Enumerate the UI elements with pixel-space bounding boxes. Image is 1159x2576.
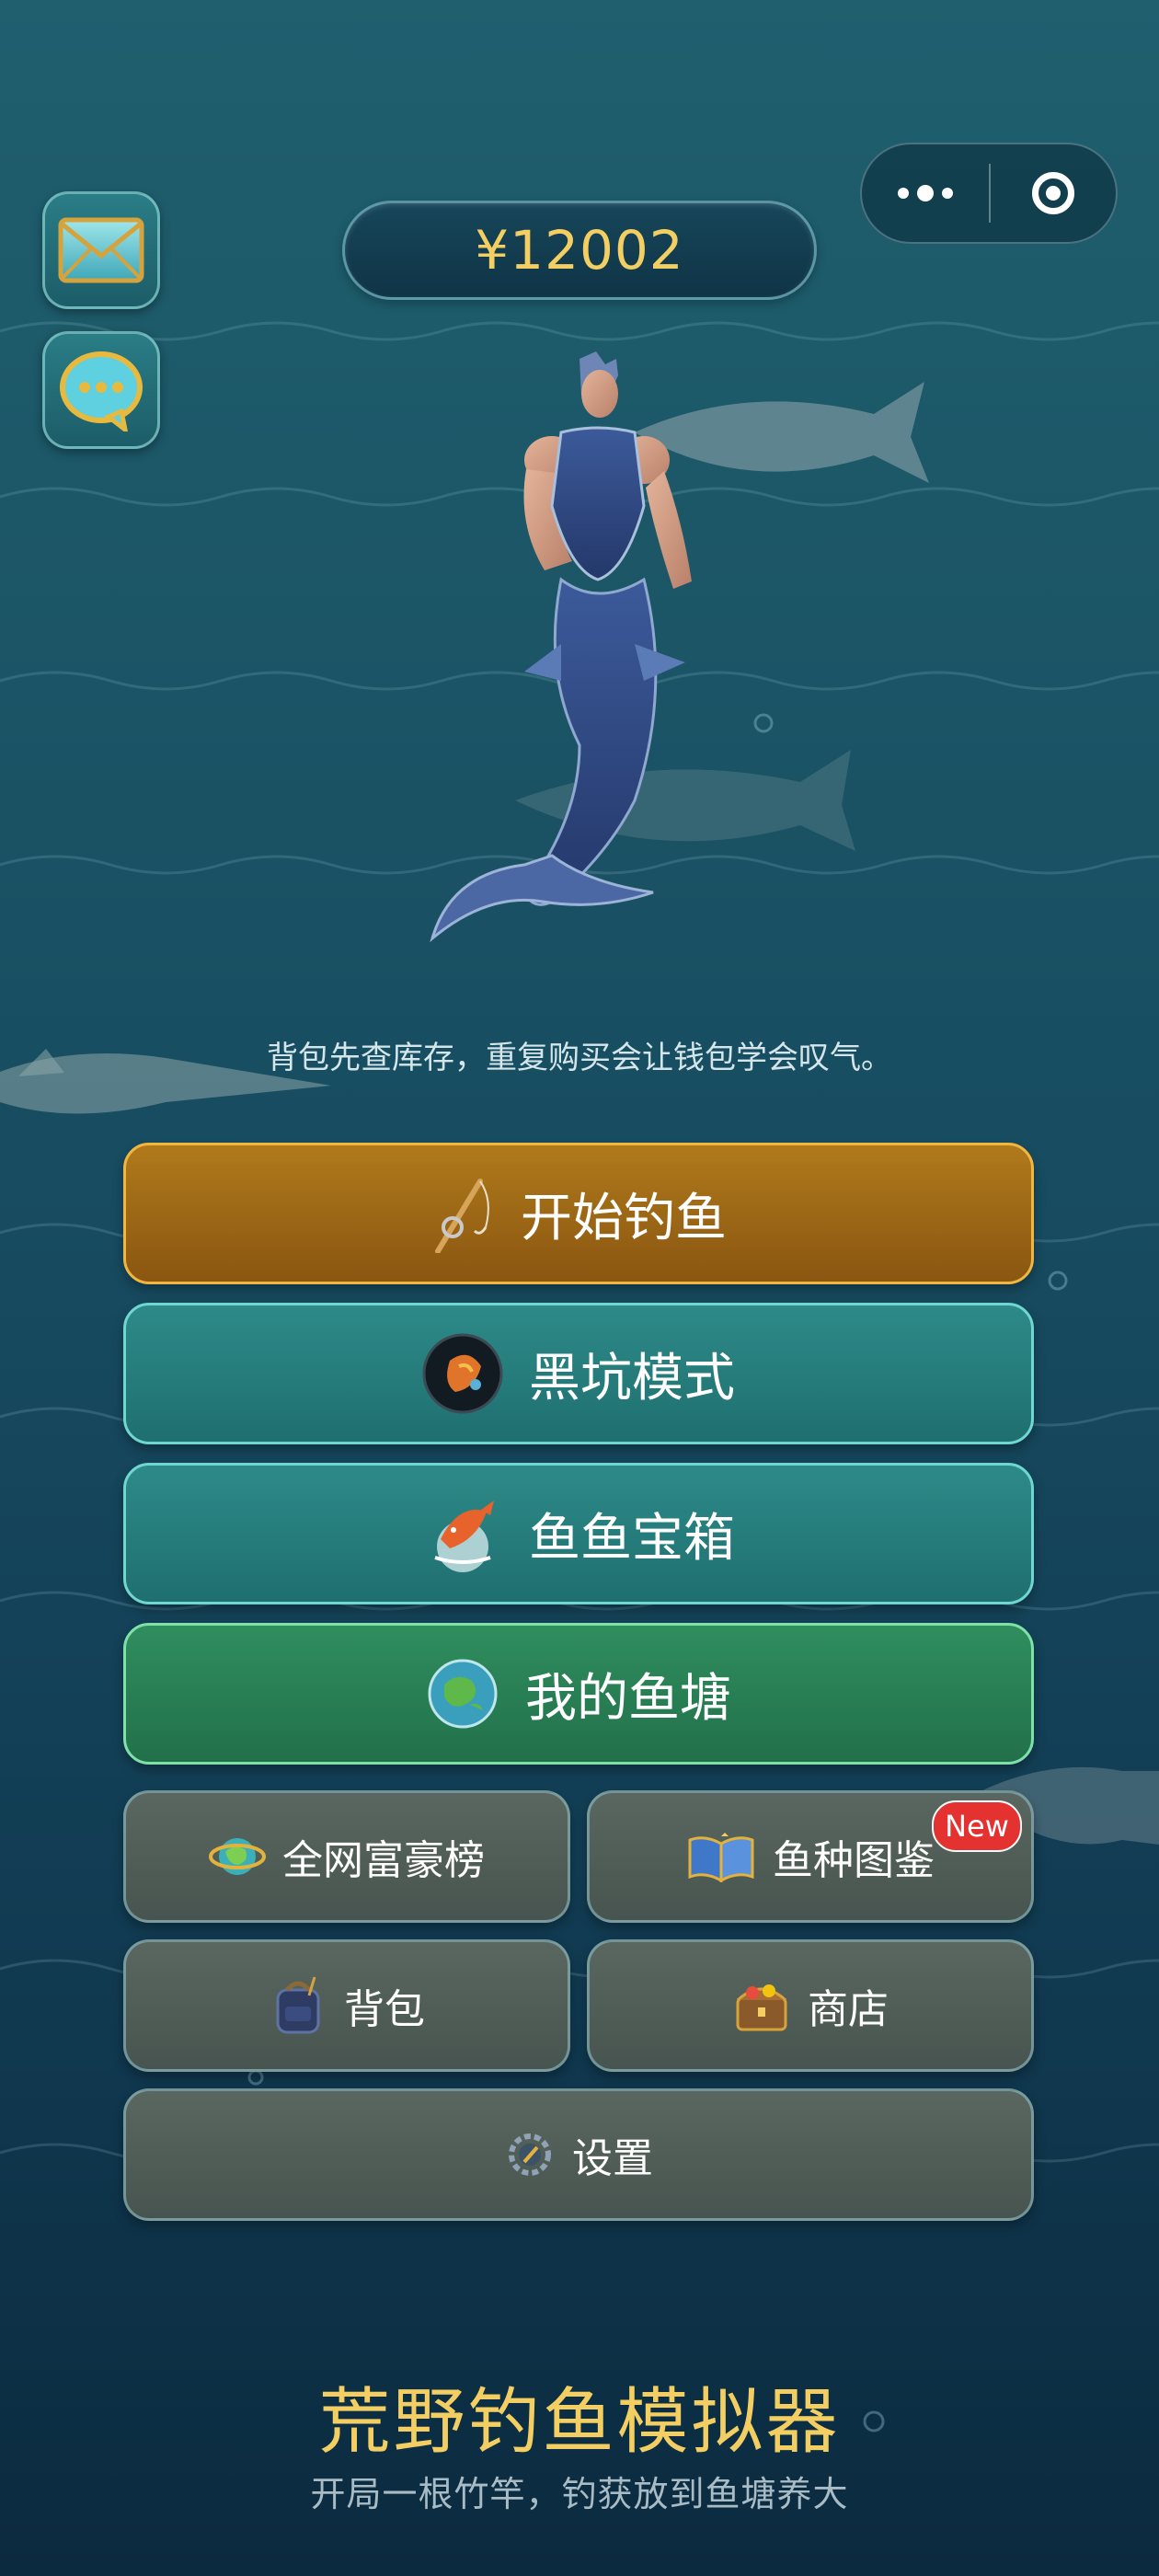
black-pit-mode-button[interactable]: 黑坑模式 [123, 1303, 1034, 1444]
pond-globe-icon [428, 1659, 498, 1729]
fish-chest-label: 鱼鱼宝箱 [529, 1508, 735, 1569]
shop-label: 商店 [808, 1986, 889, 2033]
settings-button[interactable]: 设置 [123, 2088, 1034, 2221]
start-fishing-button[interactable]: 开始钓鱼 [123, 1143, 1034, 1284]
fishing-rod-icon [435, 1179, 489, 1253]
gear-compass-icon [509, 2133, 551, 2176]
more-dots-icon [898, 188, 909, 199]
mermaid-warrior-illustration [430, 351, 692, 943]
fish-catalog-button[interactable]: 鱼种图鉴 New [587, 1790, 1034, 1923]
fish-chest-button[interactable]: 鱼鱼宝箱 [123, 1463, 1034, 1604]
globe-ranking-icon [209, 1838, 266, 1875]
rich-ranking-label: 全网富豪榜 [282, 1837, 485, 1884]
mini-program-capsule [860, 143, 1118, 244]
mail-icon [58, 217, 144, 283]
chat-button[interactable] [42, 331, 160, 449]
shop-button[interactable]: 商店 [587, 1939, 1034, 2072]
target-close-icon [1032, 172, 1074, 214]
my-pond-label: 我的鱼塘 [525, 1668, 731, 1729]
mail-button[interactable] [42, 191, 160, 309]
backpack-button[interactable]: 背包 [123, 1939, 570, 2072]
game-subtitle: 开局一根竹竿，钓获放到鱼塘养大 [310, 2474, 849, 2514]
close-mini-program-button[interactable] [991, 144, 1116, 242]
my-pond-button[interactable]: 我的鱼塘 [123, 1623, 1034, 1765]
backpack-label: 背包 [344, 1986, 425, 2033]
black-pit-mode-label: 黑坑模式 [529, 1348, 735, 1409]
game-title: 荒野钓鱼模拟器 [318, 2381, 841, 2464]
more-menu-button[interactable] [862, 144, 989, 242]
tip-text: 背包先查库存，重复购买会让钱包学会叹气。 [267, 1040, 892, 1076]
treasure-chest-icon [736, 1984, 787, 2031]
black-pit-icon [422, 1333, 503, 1414]
rich-ranking-button[interactable]: 全网富豪榜 [123, 1790, 570, 1923]
money-text: ¥12002 [475, 219, 684, 282]
backpack-icon [276, 1976, 320, 2034]
money-balance: ¥12002 [342, 201, 817, 300]
start-fishing-label: 开始钓鱼 [521, 1188, 727, 1248]
open-book-icon [688, 1833, 754, 1882]
new-badge: New [932, 1800, 1022, 1852]
koi-fish-icon [434, 1501, 494, 1572]
fish-catalog-label: 鱼种图鉴 [773, 1837, 935, 1884]
settings-label: 设置 [572, 2135, 653, 2182]
chat-bubble-icon [60, 351, 143, 431]
